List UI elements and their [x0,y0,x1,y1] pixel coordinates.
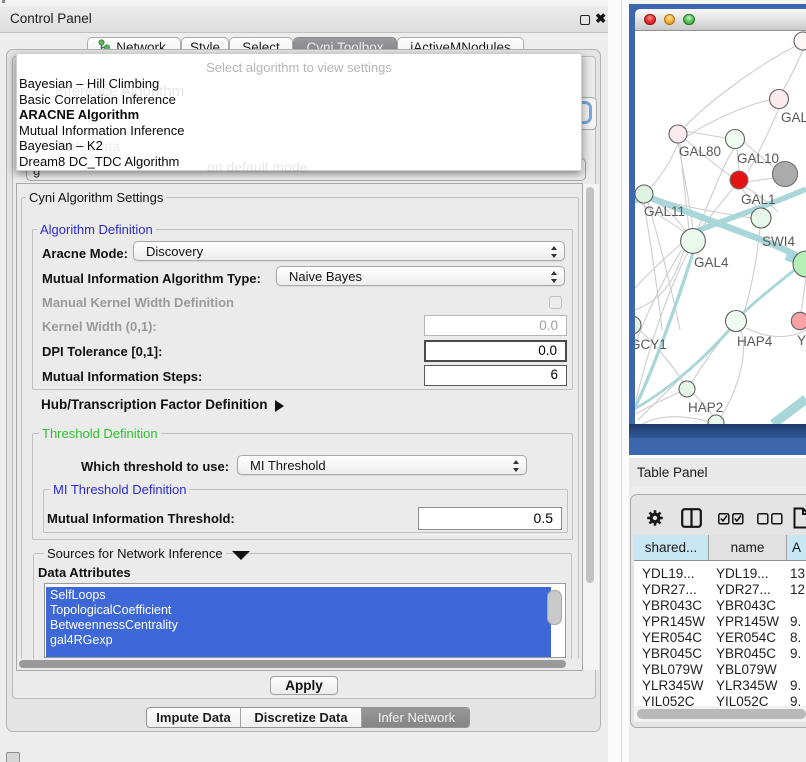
svg-text:SWI4: SWI4 [762,234,795,249]
svg-text:GAL: GAL [781,110,806,125]
svg-text:Y: Y [797,333,806,348]
svg-text:HAP4: HAP4 [737,334,773,349]
svg-text:HAP2: HAP2 [688,400,723,415]
svg-text:GAL80: GAL80 [679,144,721,159]
svg-text:GAL1: GAL1 [741,192,776,207]
svg-text:GAL10: GAL10 [737,151,779,166]
svg-text:GCY1: GCY1 [635,337,667,352]
svg-text:GAL11: GAL11 [644,204,685,219]
svg-text:GAL4: GAL4 [694,255,729,270]
